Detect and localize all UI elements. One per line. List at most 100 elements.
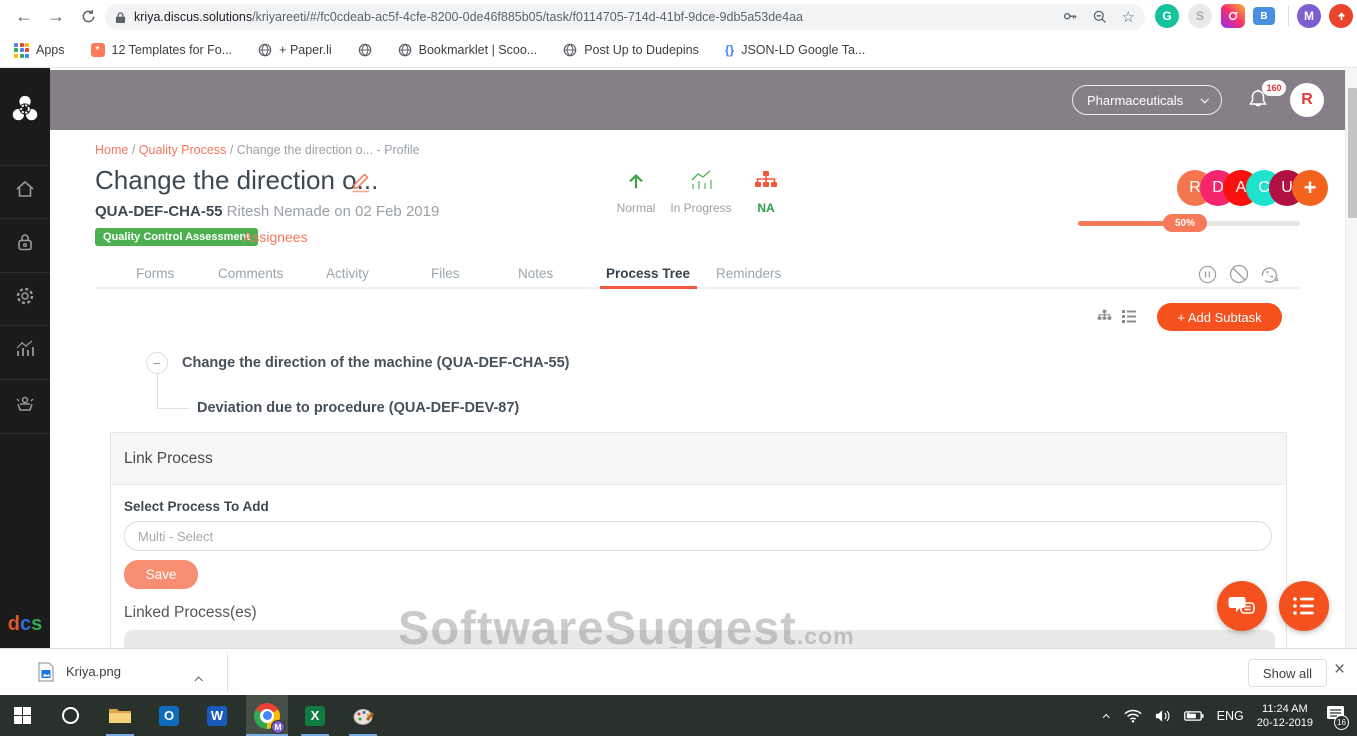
active-tab-underline: [600, 286, 697, 289]
url-bar[interactable]: kriya.discus.solutions/kriyareeti/#/fc0c…: [105, 4, 1145, 30]
chrome-button[interactable]: M: [246, 695, 288, 736]
tag-extension-icon[interactable]: B: [1253, 7, 1275, 25]
menu-fab[interactable]: [1279, 581, 1329, 631]
user-avatar[interactable]: R: [1290, 83, 1324, 117]
watermark: SoftwareSuggest.com: [398, 601, 855, 654]
block-task-button[interactable]: [1229, 264, 1249, 289]
password-key-icon[interactable]: [1062, 9, 1078, 25]
hierarchy-indicator[interactable]: NA: [742, 170, 790, 215]
taskbar-clock[interactable]: 11:24 AM 20-12-2019: [1257, 702, 1313, 730]
wifi-icon[interactable]: [1124, 709, 1142, 723]
tree-root-node[interactable]: Change the direction of the machine (QUA…: [182, 355, 570, 371]
page-scrollbar[interactable]: [1345, 68, 1357, 648]
tree-child-node[interactable]: Deviation due to procedure (QUA-DEF-DEV-…: [197, 400, 519, 416]
collapse-node-button[interactable]: −: [146, 352, 168, 374]
breadcrumb-home[interactable]: Home: [95, 143, 128, 157]
tab-forms[interactable]: Forms: [136, 266, 174, 281]
excel-button[interactable]: X: [294, 695, 336, 736]
start-button[interactable]: [0, 695, 44, 736]
call-history-button[interactable]: [1259, 264, 1279, 289]
pause-task-button[interactable]: [1198, 265, 1217, 289]
tab-notes[interactable]: Notes: [518, 266, 553, 281]
bookmark-star-icon[interactable]: ☆: [1122, 10, 1135, 25]
kriya-logo[interactable]: [0, 93, 50, 125]
tab-activity[interactable]: Activity: [326, 266, 369, 281]
chrome-profile-badge: M: [271, 720, 285, 734]
arrow-up-icon: [629, 173, 643, 189]
download-options-button[interactable]: [194, 669, 204, 687]
bookmarks-bar: Apps * 12 Templates for Fo... + Paper.li…: [0, 33, 1357, 68]
word-button[interactable]: W: [196, 695, 238, 736]
lock-icon: [115, 11, 126, 23]
category-badge: Quality Control Assessment: [95, 228, 258, 246]
sitemap-icon: [755, 171, 777, 187]
forward-icon[interactable]: →: [42, 2, 70, 30]
globe-icon: [398, 43, 411, 57]
close-download-bar-icon[interactable]: ×: [1334, 659, 1345, 681]
cortana-button[interactable]: [50, 695, 90, 736]
bulleted-list-icon: [1293, 597, 1314, 615]
bookmark-jsonld[interactable]: {} JSON-LD Google Ta...: [725, 43, 865, 57]
word-icon: W: [207, 705, 227, 726]
paint-button[interactable]: [342, 695, 384, 736]
tab-reminders[interactable]: Reminders: [716, 266, 781, 281]
camera-extension-icon[interactable]: [1221, 4, 1245, 28]
task-title: Change the direction o...: [95, 165, 379, 195]
tab-comments[interactable]: Comments: [218, 266, 283, 281]
profile-avatar[interactable]: M: [1297, 4, 1321, 28]
status-indicator[interactable]: In Progress: [666, 170, 736, 215]
action-center-button[interactable]: 16: [1326, 705, 1349, 730]
grammarly-extension-icon[interactable]: G: [1155, 4, 1179, 28]
tab-process-tree[interactable]: Process Tree: [606, 266, 690, 281]
sidebar-item-reports[interactable]: [0, 338, 50, 360]
speaker-icon[interactable]: [1155, 709, 1171, 723]
tray-chevron-up-icon[interactable]: [1102, 713, 1111, 721]
home-icon: [16, 180, 34, 197]
lock-icon: [18, 234, 32, 251]
sidebar-item-security[interactable]: [0, 231, 50, 253]
chevron-up-icon: [194, 675, 204, 685]
edit-title-button[interactable]: [350, 170, 372, 199]
zoom-out-icon[interactable]: [1092, 9, 1108, 25]
scrollbar-thumb[interactable]: [1347, 88, 1357, 218]
chat-fab[interactable]: [1217, 581, 1267, 631]
breadcrumb-quality-process[interactable]: Quality Process: [139, 143, 227, 157]
task-meta: QUA-DEF-CHA-55 Ritesh Nemade on 02 Feb 2…: [95, 203, 440, 220]
battery-icon[interactable]: [1183, 710, 1204, 722]
sidebar-item-settings[interactable]: [0, 285, 50, 307]
bookmark-paperli[interactable]: + Paper.li: [258, 43, 332, 57]
update-extension-icon[interactable]: [1329, 4, 1353, 28]
add-subtask-button[interactable]: + Add Subtask: [1157, 303, 1282, 331]
apps-shortcut[interactable]: Apps: [14, 42, 65, 58]
bookmark-templates[interactable]: * 12 Templates for Fo...: [90, 43, 232, 57]
tree-view-toggle[interactable]: [1097, 309, 1112, 328]
tab-files[interactable]: Files: [431, 266, 460, 281]
outlook-button[interactable]: O: [148, 695, 190, 736]
link-process-title: Link Process: [111, 433, 1286, 485]
language-indicator[interactable]: ENG: [1217, 709, 1244, 723]
add-assignee-button[interactable]: +: [1292, 170, 1328, 206]
org-selector[interactable]: Pharmaceuticals: [1072, 85, 1222, 115]
similarweb-extension-icon[interactable]: S: [1188, 4, 1212, 28]
back-icon[interactable]: ←: [10, 2, 38, 30]
tabs-divider: [95, 287, 1300, 289]
save-button[interactable]: Save: [124, 560, 198, 589]
download-bar: Kriya.png Show all ×: [0, 648, 1357, 695]
assignees-link[interactable]: Assignees: [243, 229, 308, 245]
refresh-icon[interactable]: [74, 2, 102, 30]
bookmark-dudepins[interactable]: Post Up to Dudepins: [563, 43, 699, 57]
tree-icon: [1097, 309, 1112, 320]
bookmark-bookmarklet[interactable]: Bookmarklet | Scoo...: [398, 43, 537, 57]
app-sidebar: dcs: [0, 68, 50, 648]
chart-icon: [16, 340, 34, 356]
list-view-toggle[interactable]: [1121, 308, 1137, 329]
priority-indicator[interactable]: Normal: [612, 170, 660, 215]
sidebar-item-onboarding[interactable]: [0, 392, 50, 414]
bookmark-unnamed[interactable]: [358, 43, 372, 57]
process-multi-select-input[interactable]: [124, 521, 1272, 551]
show-all-downloads-button[interactable]: Show all: [1248, 659, 1327, 687]
download-filename[interactable]: Kriya.png: [66, 664, 121, 679]
file-explorer-button[interactable]: [98, 695, 142, 736]
sidebar-item-home[interactable]: [0, 178, 50, 200]
hubspot-icon: *: [90, 43, 105, 57]
